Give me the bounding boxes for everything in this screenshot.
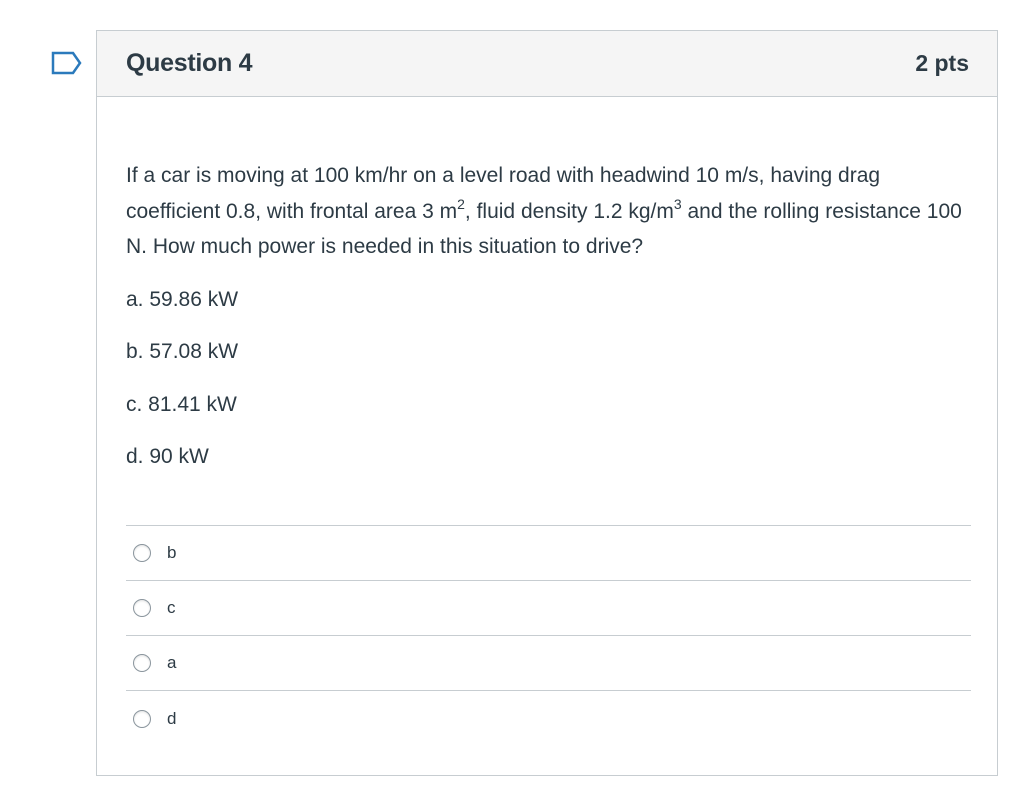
option-text-d: d. 90 kW bbox=[126, 445, 209, 468]
option-text-b: b. 57.08 kW bbox=[126, 340, 239, 363]
radio-button[interactable] bbox=[133, 654, 151, 672]
radio-button[interactable] bbox=[133, 709, 151, 728]
answer-label[interactable]: a bbox=[167, 653, 176, 673]
option-text-c: c. 81.41 kW bbox=[126, 392, 237, 416]
answer-label[interactable]: c bbox=[167, 598, 176, 618]
question-title: Question 4 bbox=[126, 49, 253, 77]
radio-button[interactable] bbox=[133, 544, 151, 562]
answer-label[interactable]: d bbox=[167, 709, 176, 729]
answer-option-d[interactable]: d bbox=[126, 691, 971, 746]
question-card: Question 4 2 pts If a car is moving at 1… bbox=[96, 30, 998, 776]
question-text-part2: , fluid density 1.2 kg/m bbox=[464, 199, 674, 223]
question-text: If a car is moving at 100 km/hr on a lev… bbox=[126, 158, 969, 265]
superscript-3: 3 bbox=[673, 195, 682, 212]
radio-button[interactable] bbox=[133, 599, 151, 617]
question-header: Question 4 2 pts bbox=[97, 31, 997, 97]
superscript-2: 2 bbox=[457, 195, 465, 212]
option-text-a: a. 59.86 kW bbox=[126, 287, 239, 311]
question-body: If a car is moving at 100 km/hr on a lev… bbox=[97, 97, 997, 475]
answer-option-b[interactable]: b bbox=[126, 526, 971, 581]
flag-question-icon[interactable] bbox=[51, 51, 83, 75]
answer-option-c[interactable]: c bbox=[126, 581, 971, 636]
answer-option-a[interactable]: a bbox=[126, 636, 971, 691]
answer-list: b c a d bbox=[126, 525, 971, 746]
question-points: 2 pts bbox=[915, 50, 969, 76]
answer-label[interactable]: b bbox=[167, 543, 176, 563]
